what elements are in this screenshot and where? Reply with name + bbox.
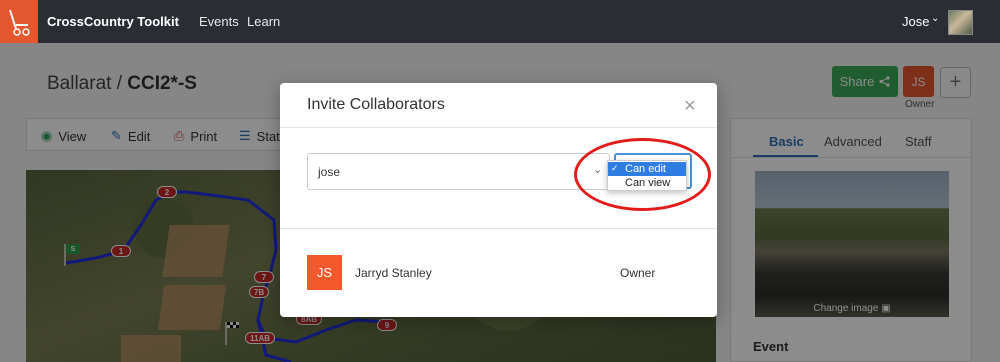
camera-icon: ▣: [881, 303, 891, 314]
change-image-label: Change image: [813, 303, 879, 314]
share-label: Share: [839, 74, 875, 89]
tab-basic[interactable]: Basic: [769, 134, 804, 149]
invite-user-value: jose: [318, 165, 341, 179]
tab-staff[interactable]: Staff: [905, 134, 932, 149]
brand-name[interactable]: CrossCountry Toolkit: [47, 14, 179, 29]
course-toolbar: ◉ View ✎ Edit ⎙ Print ☰ Stat: [26, 118, 316, 151]
cart-logo-icon[interactable]: [0, 0, 38, 43]
modal-header-divider: [280, 127, 717, 128]
collaborator-role: Owner: [620, 266, 656, 280]
stats-button[interactable]: ☰ Stat: [239, 128, 280, 144]
fence-marker[interactable]: 7: [254, 271, 274, 283]
change-image-link[interactable]: Change image ▣: [755, 303, 949, 314]
tab-divider: [731, 157, 973, 158]
print-label: Print: [190, 128, 218, 144]
fence-marker[interactable]: 2: [157, 186, 177, 198]
user-avatar[interactable]: [948, 10, 973, 35]
invite-collaborators-modal: Invite Collaborators × jose ⌄ ✓ Can edit…: [280, 83, 717, 317]
print-button[interactable]: ⎙ Print: [174, 128, 217, 144]
list-icon: ☰: [239, 128, 251, 143]
collaborator-avatar: JS: [307, 255, 342, 290]
invite-user-input[interactable]: jose: [307, 153, 610, 190]
fence-marker[interactable]: 9: [377, 319, 397, 331]
chevron-down-icon[interactable]: ⌄: [931, 13, 939, 24]
view-label: View: [58, 128, 87, 144]
annotation-highlight-circle: [574, 138, 711, 211]
owner-avatar[interactable]: JS: [903, 66, 934, 97]
view-button[interactable]: ◉ View: [41, 128, 86, 144]
top-navbar: CrossCountry Toolkit Events Learn Jose ⌄: [0, 0, 1000, 43]
modal-title: Invite Collaborators: [307, 96, 445, 113]
share-icon: [879, 76, 890, 87]
owner-caption: Owner: [905, 99, 935, 110]
modal-section-divider: [280, 228, 717, 229]
add-collaborator-button[interactable]: +: [940, 67, 971, 98]
tab-advanced[interactable]: Advanced: [824, 134, 882, 149]
stats-label: Stat: [256, 128, 280, 144]
edit-label: Edit: [127, 128, 151, 144]
start-flag-icon: S: [66, 244, 80, 254]
share-button[interactable]: Share: [832, 66, 898, 97]
nav-events[interactable]: Events: [199, 14, 239, 29]
cart-icon-svg: [9, 9, 30, 36]
collaborator-name: Jarryd Stanley: [355, 266, 432, 280]
close-icon[interactable]: ×: [684, 95, 696, 118]
fence-marker[interactable]: 7B: [249, 286, 270, 298]
finish-flag-icon: [227, 322, 239, 328]
pencil-icon: ✎: [111, 128, 122, 143]
fence-marker[interactable]: 11AB: [245, 332, 276, 344]
event-field-label: Event: [753, 339, 789, 354]
details-panel: Basic Advanced Staff Change image ▣ Even…: [730, 118, 973, 362]
printer-icon: ⎙: [174, 128, 185, 143]
page-title: Ballarat / CCI2*-S: [47, 73, 197, 95]
eye-icon: ◉: [41, 128, 53, 143]
event-photo[interactable]: Change image ▣: [755, 171, 949, 317]
page-title-event: Ballarat /: [47, 73, 128, 94]
nav-learn[interactable]: Learn: [247, 14, 280, 29]
page-title-class: CCI2*-S: [127, 73, 197, 94]
fence-marker[interactable]: 1: [111, 245, 131, 257]
edit-button[interactable]: ✎ Edit: [111, 128, 150, 144]
user-menu-name[interactable]: Jose: [902, 14, 929, 29]
